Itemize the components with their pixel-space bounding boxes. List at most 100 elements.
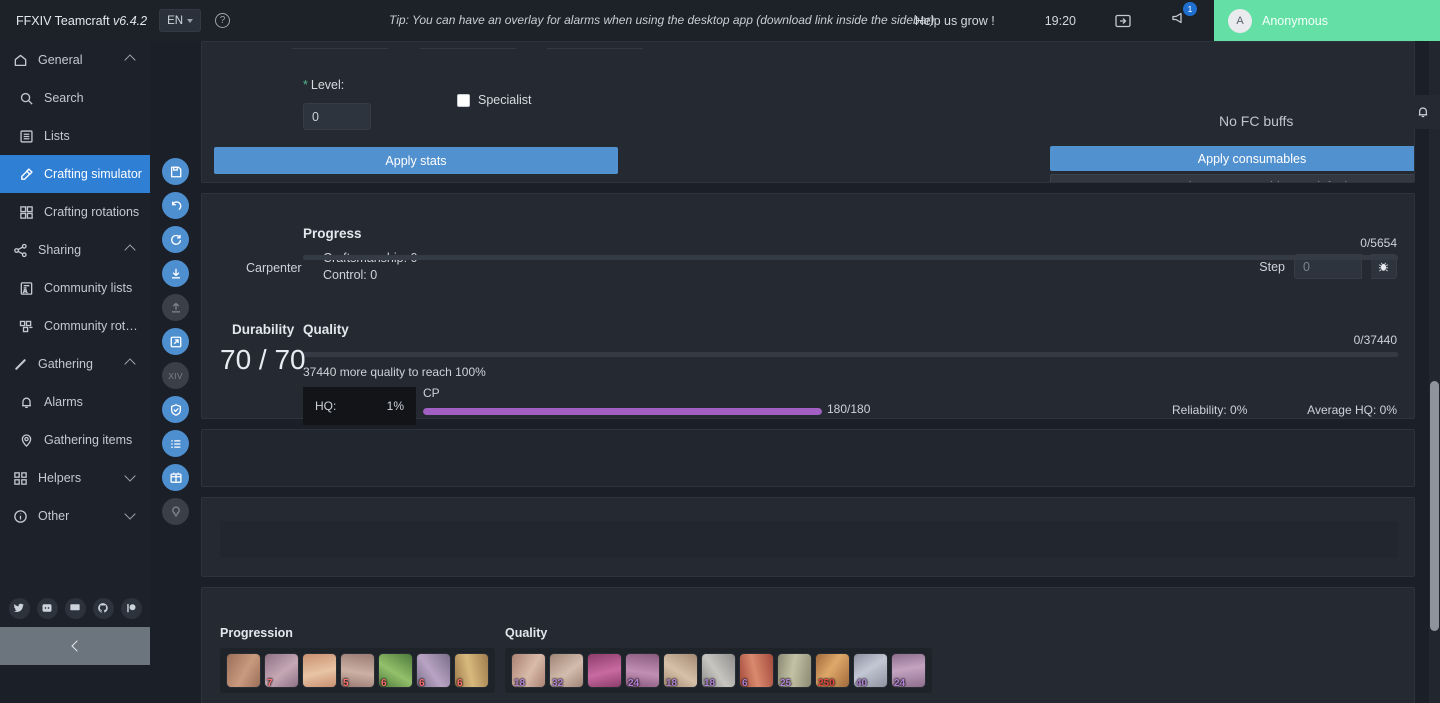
sidebar-item-crafting-rotations[interactable]: Crafting rotations bbox=[0, 193, 150, 231]
user-name: Anonymous bbox=[1262, 13, 1329, 28]
help-icon[interactable]: ? bbox=[215, 13, 231, 28]
sidebar-group-other[interactable]: Other bbox=[0, 497, 150, 535]
action-icon[interactable]: 5 bbox=[341, 654, 374, 687]
sidebar-item-lists[interactable]: Lists bbox=[0, 117, 150, 155]
steps-list-icon[interactable] bbox=[162, 430, 189, 457]
action-icon[interactable]: 6 bbox=[455, 654, 488, 687]
sidebar-group-label: Gathering bbox=[38, 357, 93, 371]
rotation-drop-area[interactable] bbox=[220, 521, 1398, 558]
sidebar-item-label: Community lists bbox=[44, 281, 133, 295]
action-icon[interactable]: 6 bbox=[740, 654, 773, 687]
grid-icon bbox=[12, 470, 29, 487]
tips-icon bbox=[162, 498, 189, 525]
progress-label: Progress bbox=[303, 226, 362, 241]
apply-consumables-button[interactable]: Apply consumables bbox=[1050, 146, 1414, 171]
action-icon[interactable]: 6 bbox=[379, 654, 412, 687]
sidebar-group-gathering[interactable]: Gathering bbox=[0, 345, 150, 383]
action-icon[interactable]: 6 bbox=[417, 654, 450, 687]
scrollbar-thumb[interactable] bbox=[1430, 381, 1439, 631]
reset-icon[interactable] bbox=[162, 226, 189, 253]
cp-value: 180/180 bbox=[827, 402, 871, 416]
list-icon bbox=[18, 128, 35, 145]
sidebar-item-gathering-items[interactable]: Gathering items bbox=[0, 421, 150, 459]
import-icon[interactable] bbox=[162, 260, 189, 287]
sidebar-item-alarms[interactable]: Alarms bbox=[0, 383, 150, 421]
sidebar-group-sharing[interactable]: Sharing bbox=[0, 231, 150, 269]
language-value: EN bbox=[167, 14, 184, 27]
specialist-checkbox[interactable]: Specialist bbox=[457, 93, 532, 107]
action-icon[interactable]: 7 bbox=[265, 654, 298, 687]
action-icon[interactable]: 24 bbox=[892, 654, 925, 687]
sidebar-group-helpers[interactable]: Helpers bbox=[0, 459, 150, 497]
sidebar-item-search[interactable]: Search bbox=[0, 79, 150, 117]
action-icon[interactable] bbox=[227, 654, 260, 687]
sidebar-item-label: Crafting rotations bbox=[44, 205, 140, 219]
discord-icon[interactable] bbox=[36, 597, 58, 619]
patreon-icon[interactable] bbox=[120, 597, 142, 619]
twitter-icon[interactable] bbox=[8, 597, 30, 619]
export-icon bbox=[162, 294, 189, 321]
user-menu[interactable]: A Anonymous bbox=[1214, 0, 1440, 41]
action-icon[interactable]: 25 bbox=[778, 654, 811, 687]
sidebar-collapse-button[interactable] bbox=[0, 627, 150, 665]
map-pin-icon bbox=[18, 432, 35, 449]
cp-label: CP bbox=[423, 386, 440, 400]
shield-icon[interactable] bbox=[162, 396, 189, 423]
chevron-left-icon bbox=[70, 640, 83, 652]
rotation-editor-panel[interactable] bbox=[201, 497, 1415, 577]
action-icon[interactable]: 18 bbox=[512, 654, 545, 687]
help-us-grow-link[interactable]: Help us grow ! bbox=[915, 14, 995, 28]
action-icon[interactable]: 32 bbox=[550, 654, 583, 687]
save-consumables-default-button[interactable]: Save these consumables as default bbox=[1050, 174, 1414, 182]
desktop-icon[interactable] bbox=[64, 597, 86, 619]
chevron-down-icon bbox=[124, 508, 136, 520]
sidebar-item-community-lists[interactable]: Community lists bbox=[0, 269, 150, 307]
bell-icon[interactable] bbox=[1406, 95, 1440, 129]
action-icon[interactable]: 40 bbox=[854, 654, 887, 687]
chevron-up-icon bbox=[124, 54, 136, 66]
macro-icon[interactable] bbox=[162, 464, 189, 491]
cp-bar-fill bbox=[423, 408, 822, 415]
ghost-input-2 bbox=[420, 48, 516, 49]
action-cost: 24 bbox=[894, 678, 906, 687]
action-icon[interactable]: 24 bbox=[626, 654, 659, 687]
rotation-steps-panel[interactable] bbox=[201, 429, 1415, 487]
overlay-icon[interactable] bbox=[1114, 12, 1132, 30]
action-cost: 6 bbox=[419, 678, 425, 687]
social-links bbox=[0, 589, 150, 627]
github-icon[interactable] bbox=[92, 597, 114, 619]
sidebar-item-label: Gathering items bbox=[44, 433, 133, 447]
stats-panel: *Level: Specialist Apply stats No FC buf… bbox=[201, 41, 1415, 183]
vertical-scrollbar[interactable] bbox=[1429, 41, 1440, 703]
xiv-icon: XIV bbox=[162, 362, 189, 389]
undo-icon[interactable] bbox=[162, 192, 189, 219]
reliability-value: Reliability: 0% bbox=[1172, 403, 1248, 417]
specialist-label: Specialist bbox=[478, 93, 532, 107]
level-input[interactable] bbox=[303, 103, 371, 130]
pickaxe-icon bbox=[12, 356, 29, 373]
announcements-button[interactable]: 1 bbox=[1170, 2, 1197, 32]
community-rotation-icon bbox=[18, 318, 35, 335]
action-icon[interactable] bbox=[588, 654, 621, 687]
sidebar-group-general[interactable]: General bbox=[0, 41, 150, 79]
open-external-icon[interactable] bbox=[162, 328, 189, 355]
action-icon[interactable]: 250 bbox=[816, 654, 849, 687]
sidebar-group-label: General bbox=[38, 53, 83, 67]
action-cost: 40 bbox=[856, 678, 868, 687]
action-cost: 32 bbox=[552, 678, 564, 687]
sidebar-item-crafting-simulator[interactable]: Crafting simulator bbox=[0, 155, 150, 193]
sidebar-item-label: Community rotati... bbox=[44, 319, 144, 333]
chevron-down-icon bbox=[187, 18, 194, 23]
save-rotation-icon[interactable] bbox=[162, 158, 189, 185]
sidebar-item-label: Crafting simulator bbox=[44, 167, 142, 181]
action-icon[interactable]: 18 bbox=[664, 654, 697, 687]
sidebar-item-label: Search bbox=[44, 91, 84, 105]
sidebar-item-community-rotations[interactable]: Community rotati... bbox=[0, 307, 150, 345]
language-selector[interactable]: EN bbox=[159, 9, 202, 32]
action-icon[interactable] bbox=[303, 654, 336, 687]
action-cost: 24 bbox=[628, 678, 640, 687]
quality-label: Quality bbox=[303, 322, 349, 337]
quality-value: 0/37440 bbox=[1353, 333, 1397, 347]
apply-stats-button[interactable]: Apply stats bbox=[214, 147, 618, 174]
action-icon[interactable]: 18 bbox=[702, 654, 735, 687]
